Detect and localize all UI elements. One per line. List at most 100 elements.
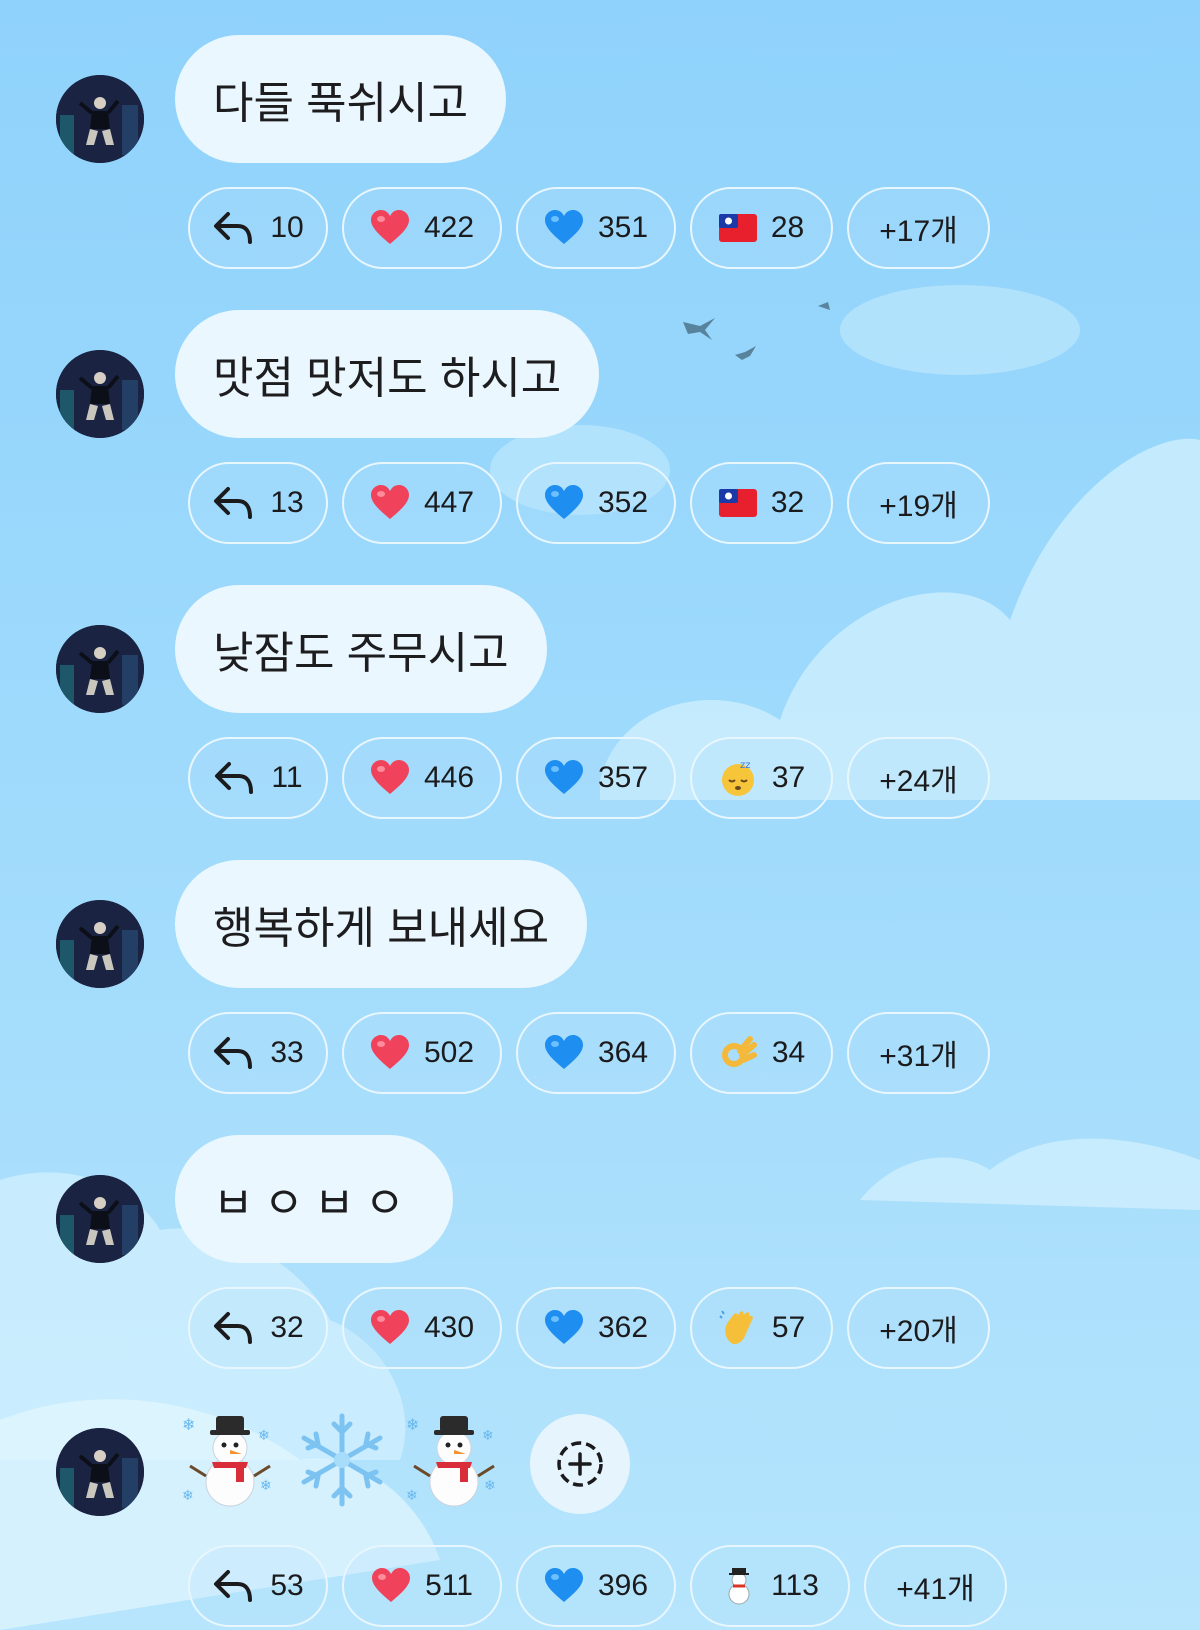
blue-heart-icon — [544, 1568, 584, 1604]
message-bubble[interactable]: 맛점 맛저도 하시고 — [175, 310, 600, 438]
svg-text:❄: ❄ — [406, 1415, 419, 1434]
reply-icon — [212, 1033, 256, 1073]
reply-count-chip[interactable]: 33 — [188, 1012, 328, 1094]
svg-text:❄: ❄ — [258, 1428, 270, 1444]
avatar[interactable] — [56, 75, 144, 163]
heart_blue-count: 357 — [597, 761, 649, 794]
taiwan-flag-reaction[interactable]: 28 — [690, 187, 833, 269]
waving-hand-icon — [718, 1308, 758, 1348]
red-heart-icon — [370, 1035, 410, 1071]
svg-text:❄: ❄ — [182, 1488, 194, 1504]
red-heart-icon — [370, 210, 410, 246]
avatar[interactable] — [56, 350, 144, 438]
heart_red-count: 430 — [423, 1311, 475, 1344]
reply-icon — [212, 208, 256, 248]
reply-icon — [212, 1308, 256, 1348]
red-heart-icon — [370, 485, 410, 521]
heart_blue-count: 364 — [597, 1036, 649, 1069]
reply-icon — [212, 1566, 256, 1606]
heart_blue-count: 351 — [597, 211, 649, 244]
heart_red-count: 422 — [423, 211, 475, 244]
reply-icon — [212, 483, 256, 523]
blue-heart-reaction[interactable]: 352 — [516, 462, 676, 544]
red-heart-icon — [371, 1568, 411, 1604]
taiwan-flag-icon — [718, 214, 757, 242]
red-heart-reaction[interactable]: 502 — [342, 1012, 502, 1094]
reaction-bar: 13 447 352 32 +19개 — [188, 462, 990, 544]
reaction-bar: 10 422 351 28 +17개 — [188, 187, 990, 269]
snowman-reaction[interactable]: 113 — [690, 1545, 850, 1627]
blue-heart-icon — [544, 210, 584, 246]
blue-heart-icon — [544, 760, 584, 796]
message-bubble[interactable]: 다들 푹쉬시고 — [175, 35, 507, 163]
avatar[interactable] — [56, 1428, 144, 1516]
reply-count-chip[interactable]: 32 — [188, 1287, 328, 1369]
avatar[interactable] — [56, 625, 144, 713]
replies-count: 10 — [270, 211, 304, 244]
blue-heart-reaction[interactable]: 351 — [516, 187, 676, 269]
more-reactions-chip[interactable]: +17개 — [847, 187, 990, 269]
sleeping-face-icon: zz — [718, 758, 758, 798]
red-heart-reaction[interactable]: 430 — [342, 1287, 502, 1369]
svg-text:❄: ❄ — [484, 1478, 496, 1494]
reaction-bar: 53 511 396 113 +41개 — [188, 1545, 1007, 1627]
reaction-bar: 11 446 357 zz 37 +24개 — [188, 737, 990, 819]
third-count: 32 — [770, 486, 805, 519]
blue-heart-reaction[interactable]: 362 — [516, 1287, 676, 1369]
third-count: 34 — [771, 1036, 806, 1069]
reply-count-chip[interactable]: 13 — [188, 462, 328, 544]
third-count: 28 — [770, 211, 805, 244]
svg-text:❄: ❄ — [182, 1415, 195, 1434]
blue-heart-reaction[interactable]: 357 — [516, 737, 676, 819]
replies-count: 13 — [270, 486, 304, 519]
replies-count: 11 — [271, 761, 303, 794]
red-heart-reaction[interactable]: 511 — [342, 1545, 502, 1627]
blue-heart-icon — [544, 1310, 584, 1346]
waving-hand-reaction[interactable]: 57 — [690, 1287, 833, 1369]
message-bubble[interactable]: ㅂㅇㅂㅇ — [175, 1135, 453, 1263]
add-reaction-button[interactable] — [530, 1414, 630, 1514]
taiwan-flag-icon — [718, 489, 757, 517]
svg-text:❄: ❄ — [260, 1478, 272, 1494]
svg-text:❄: ❄ — [406, 1488, 418, 1504]
heart_red-count: 511 — [425, 1569, 473, 1602]
reply-count-chip[interactable]: 10 — [188, 187, 328, 269]
more-count: +20개 — [879, 1315, 958, 1348]
more-reactions-chip[interactable]: +31개 — [847, 1012, 990, 1094]
blue-heart-reaction[interactable]: 396 — [516, 1545, 676, 1627]
snowman-emoji: ❄ ❄ ❄ ❄ — [404, 1410, 504, 1510]
red-heart-reaction[interactable]: 447 — [342, 462, 502, 544]
replies-count: 53 — [270, 1569, 304, 1602]
heart_blue-count: 362 — [597, 1311, 649, 1344]
more-reactions-chip[interactable]: +19개 — [847, 462, 990, 544]
taiwan-flag-reaction[interactable]: 32 — [690, 462, 833, 544]
more-reactions-chip[interactable]: +20개 — [847, 1287, 990, 1369]
svg-text:❄: ❄ — [482, 1428, 494, 1444]
avatar[interactable] — [56, 900, 144, 988]
avatar[interactable] — [56, 1175, 144, 1263]
ok-hand-reaction[interactable]: 34 — [690, 1012, 833, 1094]
more-count: +41개 — [896, 1573, 975, 1606]
third-count: 113 — [771, 1569, 819, 1602]
red-heart-reaction[interactable]: 422 — [342, 187, 502, 269]
heart_red-count: 446 — [423, 761, 475, 794]
snowman-icon — [721, 1566, 757, 1606]
replies-count: 32 — [270, 1311, 304, 1344]
more-reactions-chip[interactable]: +24개 — [847, 737, 990, 819]
snowman-emoji: ❄ ❄ ❄ ❄ — [180, 1410, 280, 1510]
sleeping-face-reaction[interactable]: zz 37 — [690, 737, 833, 819]
reaction-bar: 32 430 362 57 +20개 — [188, 1287, 990, 1369]
more-reactions-chip[interactable]: +41개 — [864, 1545, 1007, 1627]
message-bubble[interactable]: 낮잠도 주무시고 — [175, 585, 547, 713]
red-heart-icon — [370, 760, 410, 796]
reply-count-chip[interactable]: 53 — [188, 1545, 328, 1627]
replies-count: 33 — [270, 1036, 304, 1069]
more-count: +19개 — [879, 490, 958, 523]
add-circle-icon — [557, 1441, 603, 1487]
reply-count-chip[interactable]: 11 — [188, 737, 328, 819]
blue-heart-reaction[interactable]: 364 — [516, 1012, 676, 1094]
message-bubble[interactable]: 행복하게 보내세요 — [175, 860, 588, 988]
red-heart-reaction[interactable]: 446 — [342, 737, 502, 819]
emoji-message: ❄ ❄ ❄ ❄ ❄ ❄ ❄ ❄ — [180, 1410, 504, 1510]
red-heart-icon — [370, 1310, 410, 1346]
